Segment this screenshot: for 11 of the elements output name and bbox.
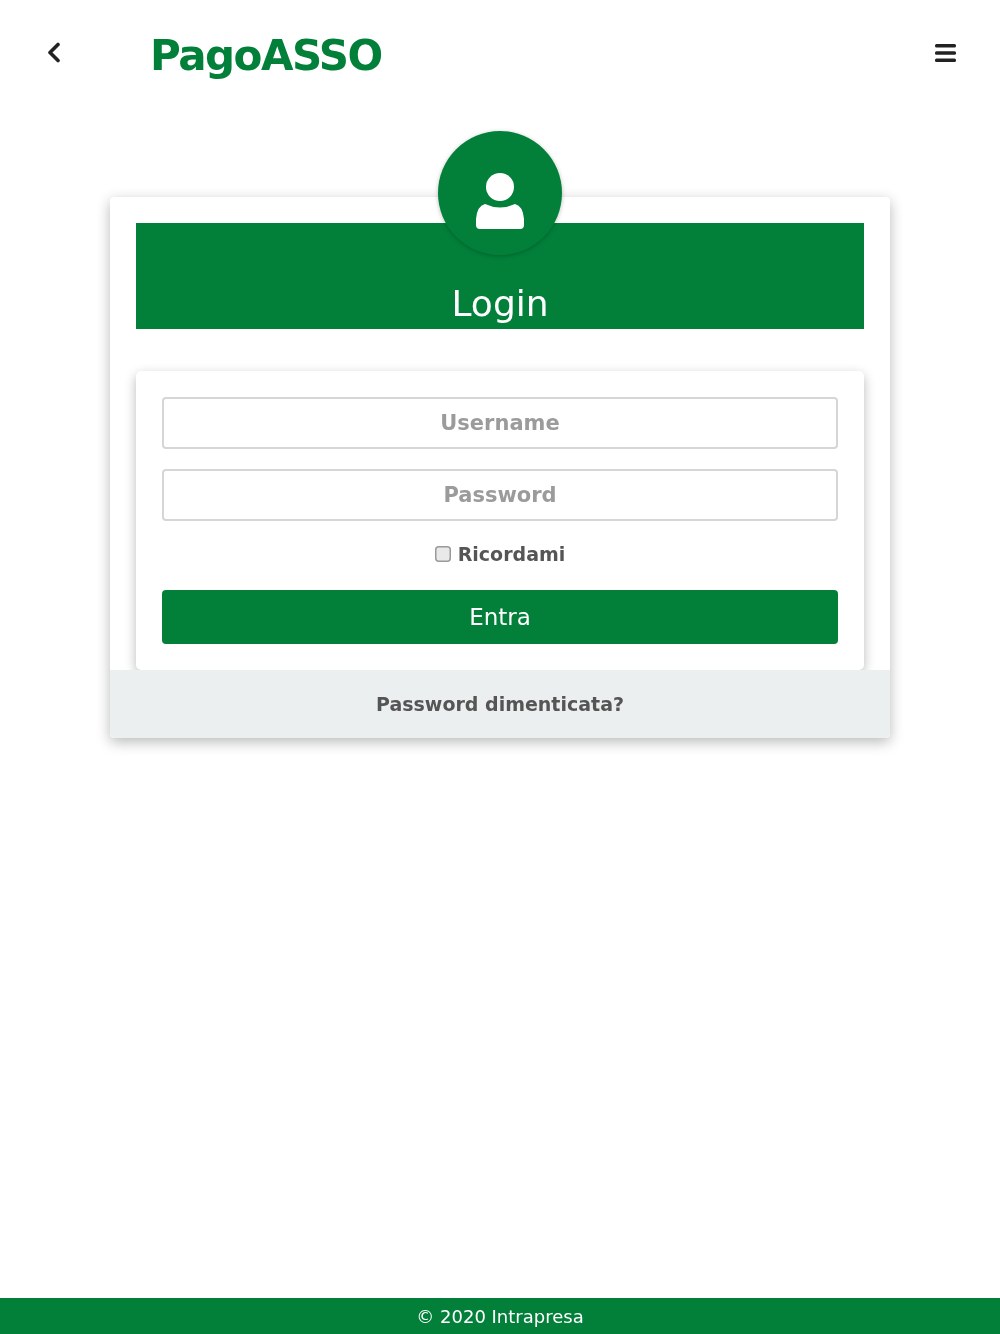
- submit-button[interactable]: Entra: [162, 590, 838, 644]
- remember-label[interactable]: Ricordami: [457, 543, 566, 565]
- logo: PagoASSO: [150, 35, 382, 77]
- password-field[interactable]: Password: [162, 469, 838, 521]
- forgot-password-link[interactable]: Password dimenticata?: [376, 693, 624, 715]
- username-field[interactable]: Username: [162, 397, 838, 449]
- menu-icon[interactable]: [935, 44, 956, 62]
- login-title: Login: [451, 281, 549, 325]
- back-icon[interactable]: [46, 42, 61, 63]
- copyright-text: © 2020 Intrapresa: [416, 1305, 584, 1327]
- remember-checkbox[interactable]: [434, 546, 451, 562]
